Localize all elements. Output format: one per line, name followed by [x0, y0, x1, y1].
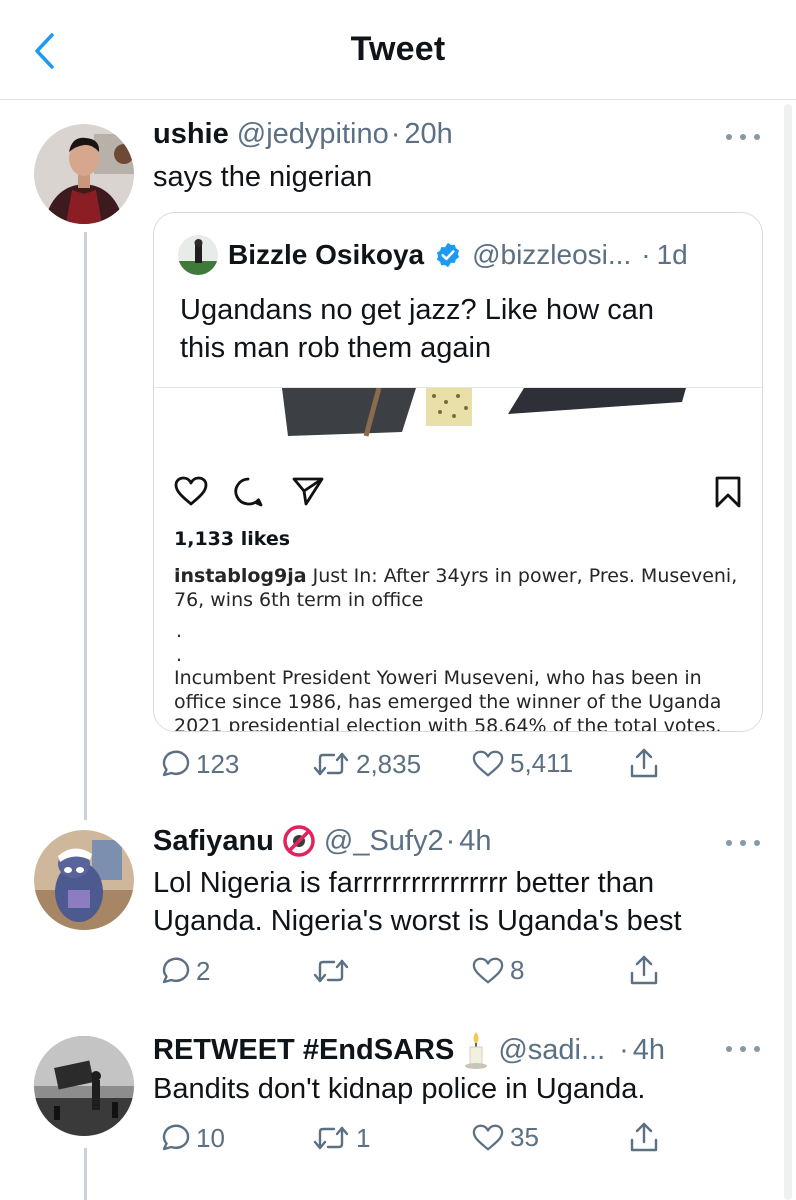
bookmark-icon[interactable]: [714, 476, 742, 508]
retweet-button[interactable]: 1: [312, 1122, 370, 1154]
no-sars-emoji-icon: [283, 825, 315, 857]
quoted-display-name: Bizzle Osikoya: [228, 239, 425, 270]
instagram-username: instablog9ja: [174, 565, 307, 587]
thread-connector: [84, 232, 87, 820]
avatar[interactable]: [34, 124, 134, 224]
like-count: 35: [510, 1122, 539, 1152]
instagram-screenshot[interactable]: 1,133 likes instablog9ja Just In: After …: [154, 387, 762, 732]
avatar[interactable]: [34, 1036, 134, 1136]
candle-emoji-icon: [465, 1032, 488, 1069]
thread-connector: [84, 1148, 87, 1200]
retweet-icon: [313, 959, 349, 983]
display-name[interactable]: Safiyanu: [153, 825, 274, 858]
quoted-tweet-header: Bizzle Osikoya @bizzleosi... · 1d: [178, 235, 688, 275]
share-button[interactable]: [628, 953, 660, 987]
separator: ·: [641, 239, 651, 270]
reply-button[interactable]: 10: [158, 1122, 225, 1154]
share-button[interactable]: [628, 746, 660, 780]
reply-icon: [162, 957, 190, 984]
heart-icon: [472, 957, 504, 983]
suit-photo-crop: [154, 388, 762, 440]
more-options-icon[interactable]: [726, 130, 760, 144]
caption-body: Incumbent President Yoweri Museveni, who…: [174, 667, 722, 732]
username[interactable]: @_Sufy2: [324, 825, 444, 858]
caption: instablog9ja Just In: After 34yrs in pow…: [174, 564, 744, 612]
tweet-header: RETWEET #EndSARS @sadi... · 4h: [153, 1030, 665, 1070]
scrollbar[interactable]: [784, 104, 792, 1200]
reply-button[interactable]: 123: [158, 748, 239, 780]
quoted-tweet[interactable]: Bizzle Osikoya @bizzleosi... · 1d Uganda…: [153, 212, 763, 732]
reply-count: 123: [196, 748, 240, 779]
separator: ·: [390, 118, 401, 150]
retweet-icon: [313, 752, 349, 776]
timestamp[interactable]: 20h: [404, 118, 452, 151]
tweet-text: Lol Nigeria is farrrrrrrrrrrrrrrr better…: [153, 864, 682, 940]
reply-icon: [162, 1124, 190, 1151]
heart-icon: [472, 750, 504, 776]
tweet-header: Safiyanu @_Sufy2 · 4h: [153, 824, 492, 858]
quoted-text-line: this man rob them again: [180, 332, 492, 364]
share-icon: [630, 748, 658, 778]
share-icon: [630, 1122, 658, 1152]
quoted-text-line: Ugandans no get jazz? Like how can: [180, 294, 654, 326]
tweet-text: Bandits don't kidnap police in Uganda.: [153, 1073, 646, 1105]
quoted-avatar: [178, 235, 218, 275]
top-bar: Tweet: [0, 0, 796, 100]
quoted-timestamp: 1d: [656, 239, 688, 270]
timestamp[interactable]: 4h: [459, 825, 491, 858]
display-name[interactable]: ushie: [153, 118, 229, 151]
verified-badge-icon: [437, 242, 460, 268]
display-name[interactable]: RETWEET #EndSARS: [153, 1034, 454, 1067]
like-button[interactable]: 35: [472, 1122, 539, 1153]
more-options-icon[interactable]: [726, 836, 760, 850]
retweet-button[interactable]: 2,835: [312, 748, 421, 780]
timestamp[interactable]: 4h: [633, 1034, 665, 1067]
tweet-text-line: Uganda. Nigeria's worst is Uganda's best: [153, 905, 682, 937]
separator: ·: [619, 1033, 629, 1066]
share-icon[interactable]: [292, 476, 324, 506]
like-count: 5,411: [510, 748, 574, 778]
retweet-icon: [313, 1126, 349, 1150]
retweet-count: 1: [356, 1122, 371, 1153]
reply-count: 2: [196, 955, 211, 986]
tweet-text-line: Lol Nigeria is farrrrrrrrrrrrrrrr better…: [153, 867, 655, 899]
quoted-tweet-text: Ugandans no get jazz? Like how can this …: [180, 291, 654, 367]
reply-count: 10: [196, 1122, 225, 1153]
more-options-icon[interactable]: [726, 1042, 760, 1056]
caption-dot: .: [176, 620, 183, 642]
username[interactable]: @sadi...: [498, 1034, 605, 1067]
like-count: 1,133 likes: [174, 528, 291, 550]
username[interactable]: @jedypitino: [237, 118, 389, 151]
reply-icon: [162, 750, 190, 777]
heart-icon[interactable]: [174, 476, 208, 506]
tweet-header: ushie @jedypitino · 20h: [153, 118, 453, 151]
like-count: 8: [510, 955, 525, 985]
page-title: Tweet: [350, 30, 446, 68]
retweet-button[interactable]: [312, 955, 356, 987]
comment-icon[interactable]: [232, 476, 264, 508]
quoted-username: @bizzleosi...: [472, 239, 632, 270]
like-button[interactable]: 8: [472, 955, 524, 986]
share-icon: [630, 955, 658, 985]
reply-button[interactable]: 2: [158, 955, 210, 987]
separator: ·: [445, 824, 456, 857]
avatar[interactable]: [34, 830, 134, 930]
caption-dot: .: [176, 644, 183, 666]
heart-icon: [472, 1124, 504, 1150]
tweet-text: says the nigerian: [153, 161, 373, 193]
retweet-count: 2,835: [356, 748, 422, 779]
share-button[interactable]: [628, 1120, 660, 1154]
like-button[interactable]: 5,411: [472, 748, 573, 779]
